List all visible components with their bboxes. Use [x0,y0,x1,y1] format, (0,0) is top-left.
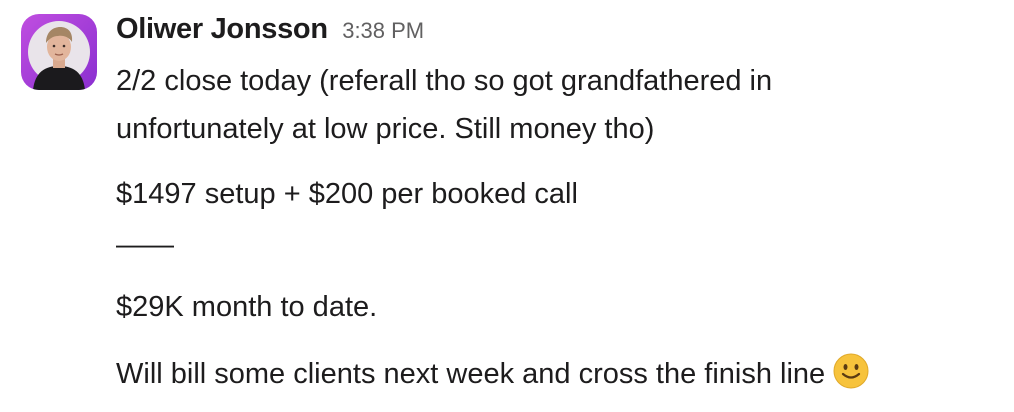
avatar[interactable] [21,14,97,90]
timestamp[interactable]: 3:38 PM [342,18,424,43]
sender-name[interactable]: Oliwer Jonsson [116,13,328,45]
slightly-smiling-face-icon [833,353,869,389]
message-line: unfortunately at low price. Still money … [116,113,655,145]
message-line: $1497 setup + $200 per booked call [116,178,578,210]
chat-message: Oliwer Jonsson 3:38 PM 2/2 close today (… [0,0,1014,412]
message-line: $29K month to date. [116,291,378,323]
avatar-photo [21,14,97,90]
message-line: Will bill some clients next week and cro… [116,358,826,390]
message-header: Oliwer Jonsson 3:38 PM [116,13,424,49]
message-line: 2/2 close today (referall tho so got gra… [116,65,773,97]
message-line: —— [116,229,174,261]
message-line-last: Will bill some clients next week and cro… [116,350,996,398]
